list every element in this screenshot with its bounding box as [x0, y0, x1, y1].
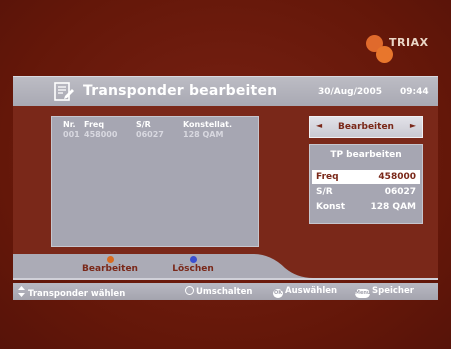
- field-sr-label: S/R: [316, 187, 333, 197]
- row-sr: 06027: [136, 130, 164, 139]
- transponder-edit-icon: [54, 82, 74, 101]
- help-save: Menu Speicher: [355, 286, 414, 298]
- tp-edit-panel: TP bearbeiten Freq 458000 S/R 06027 Kons…: [309, 144, 423, 224]
- help-item3-text: Auswählen: [285, 286, 338, 296]
- field-konst[interactable]: Konst 128 QAM: [312, 200, 420, 214]
- row-konst: 128 QAM: [183, 130, 224, 139]
- help-select-transponder: Transponder wählen: [17, 286, 125, 299]
- row-freq: 458000: [84, 130, 118, 139]
- tv-screen: TRIAX Transponder bearbeiten 30/Aug/2005…: [0, 0, 451, 349]
- arrow-right-icon[interactable]: ►: [410, 121, 416, 130]
- up-down-icon: [18, 286, 25, 297]
- title-bar: Transponder bearbeiten 30/Aug/2005 09:44: [13, 76, 438, 106]
- mode-selector-label: Bearbeiten: [338, 122, 394, 132]
- help-toggle: Umschalten: [185, 286, 252, 297]
- mode-selector[interactable]: ◄ Bearbeiten ►: [309, 116, 423, 138]
- help-item2-text: Umschalten: [196, 287, 253, 297]
- main-panel: Nr. Freq S/R Konstellat. 001 458000 0602…: [13, 106, 438, 278]
- field-freq-value: 458000: [378, 172, 416, 182]
- tp-edit-title: TP bearbeiten: [330, 150, 402, 160]
- edit-button-label: Bearbeiten: [82, 264, 138, 274]
- field-sr-value: 06027: [384, 187, 416, 197]
- edit-button[interactable]: Bearbeiten: [82, 256, 138, 274]
- col-header-nr: Nr.: [63, 120, 76, 129]
- field-sr[interactable]: S/R 06027: [312, 185, 420, 199]
- delete-button[interactable]: Löschen: [168, 256, 218, 274]
- time-display: 09:44: [400, 87, 429, 97]
- field-konst-label: Konst: [316, 202, 346, 212]
- logo-text: TRIAX: [389, 36, 429, 49]
- field-konst-value: 128 QAM: [370, 202, 417, 212]
- blue-dot-icon: [189, 256, 197, 263]
- field-freq-label: Freq: [316, 172, 339, 182]
- help-bar: Transponder wählen Umschalten OK Auswähle…: [13, 283, 438, 300]
- col-header-konst: Konstellat.: [183, 120, 233, 129]
- button-bar-background: [13, 254, 438, 280]
- circle-button-icon: [185, 286, 194, 295]
- menu-icon: Menu: [355, 289, 371, 298]
- transponder-list[interactable]: Nr. Freq S/R Konstellat. 001 458000 0602…: [51, 116, 259, 247]
- orange-dot-icon: [106, 256, 114, 263]
- delete-button-label: Löschen: [172, 264, 214, 274]
- help-item4-text: Speicher: [372, 286, 414, 296]
- ok-icon: OK: [273, 289, 283, 298]
- date-display: 30/Aug/2005: [318, 87, 382, 97]
- col-header-freq: Freq: [84, 120, 105, 129]
- help-item1-text: Transponder wählen: [28, 289, 126, 299]
- row-nr: 001: [63, 130, 80, 139]
- help-select: OK Auswählen: [273, 286, 337, 298]
- field-freq[interactable]: Freq 458000: [312, 170, 420, 184]
- triax-logo: TRIAX: [362, 32, 432, 66]
- col-header-sr: S/R: [136, 120, 151, 129]
- page-title: Transponder bearbeiten: [83, 83, 278, 99]
